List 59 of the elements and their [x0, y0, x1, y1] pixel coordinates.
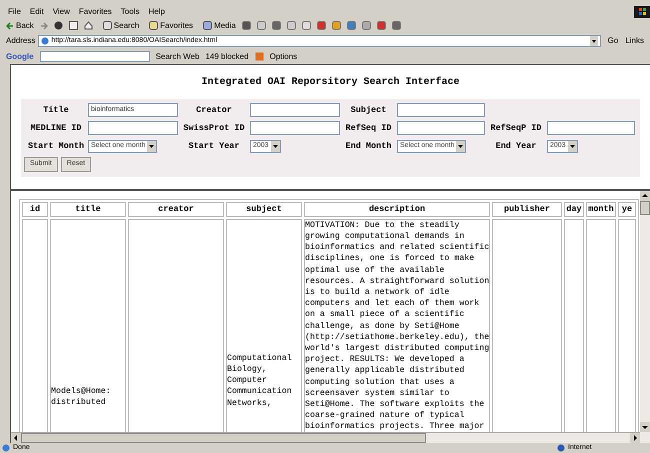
column-header: description [304, 202, 490, 217]
field-label: Title [42, 104, 70, 116]
column-header: day [564, 202, 584, 217]
page-icon [2, 444, 10, 452]
table-cell: Computational Biology, Computer Communication Networks, [227, 352, 292, 409]
table-cell: MOTIVATION: Due to the steadily growing computational demands in bioinformatics and related scientific disciplines, one is forced to make optimal use of the available resources. A straightforward solution is to build a network of idle computers and let each of them work on a small piece of a scientific challenge, as done by Seti@Home (http://setiathome.berkeley.edu), the world's largest distributed computing project. RESULTS: We developed a generally applicable distributed computing solution that uses a screensaver system similar to Seti@Home. The software exploits the coarse-grained nature of typical bioinformatics projects. Three major [305, 220, 489, 432]
windows-logo-icon [634, 6, 650, 18]
home-icon [84, 21, 93, 30]
text-field[interactable] [250, 121, 340, 135]
field-label: Subject [350, 104, 388, 116]
scroll-thumb[interactable] [640, 201, 650, 215]
column-header: ye [618, 202, 636, 217]
field-label: SwissProt ID [182, 122, 246, 134]
column-header: id [22, 202, 48, 217]
field-label: Start Month [26, 140, 86, 152]
column-header: subject [226, 202, 302, 217]
field-label: End Month [344, 140, 392, 152]
field-label: End Year [494, 140, 538, 152]
text-field[interactable] [547, 121, 635, 135]
google-search-field[interactable] [40, 51, 150, 62]
text-field[interactable] [397, 121, 485, 135]
field-label: RefSeqP ID [489, 122, 542, 134]
column-header: publisher [492, 202, 562, 217]
column-header: title [50, 202, 126, 217]
popup-blocked-button[interactable]: 149 blocked [205, 50, 249, 62]
options-button[interactable]: Options [270, 50, 298, 62]
menu-item[interactable]: Help [148, 6, 165, 18]
back-arrow-icon [6, 22, 14, 30]
media-button[interactable]: Media [203, 20, 236, 32]
go-button[interactable]: Go [608, 35, 618, 47]
menu-item[interactable]: Edit [30, 6, 44, 18]
column-header: creator [128, 202, 224, 217]
back-button[interactable]: Back [6, 20, 34, 32]
field-label: Start Year [187, 140, 240, 152]
page-icon [41, 37, 50, 45]
search-button[interactable]: Search [102, 20, 140, 32]
menu-item[interactable]: View [52, 6, 70, 18]
field-label: RefSeq ID [344, 122, 392, 134]
globe-icon [557, 444, 565, 452]
text-field[interactable] [250, 103, 340, 117]
forward-arrow-icon [40, 22, 48, 30]
page-title: Integrated OAI Reporsitory Search Interface [200, 76, 461, 90]
menu-item[interactable]: File [8, 6, 21, 18]
table-cell: Models@Home: distributed [51, 386, 111, 408]
scroll-thumb[interactable] [21, 433, 426, 443]
field-label: Creator [195, 104, 233, 116]
text-field[interactable] [397, 103, 485, 117]
google-logo: Google [6, 50, 34, 62]
stop-icon [54, 21, 63, 30]
menu-item[interactable]: Favorites [78, 6, 112, 18]
field-label: MEDLINE ID [29, 122, 82, 134]
favorites-button[interactable]: Favorites [149, 20, 194, 32]
column-header: month [586, 202, 616, 217]
address-label: Address [6, 35, 36, 47]
menu-item[interactable]: Tools [120, 6, 140, 18]
links-button[interactable]: Links [625, 35, 644, 47]
search-web-button[interactable]: Search Web [156, 50, 200, 62]
text-field[interactable] [88, 121, 178, 135]
refresh-icon [68, 21, 78, 30]
